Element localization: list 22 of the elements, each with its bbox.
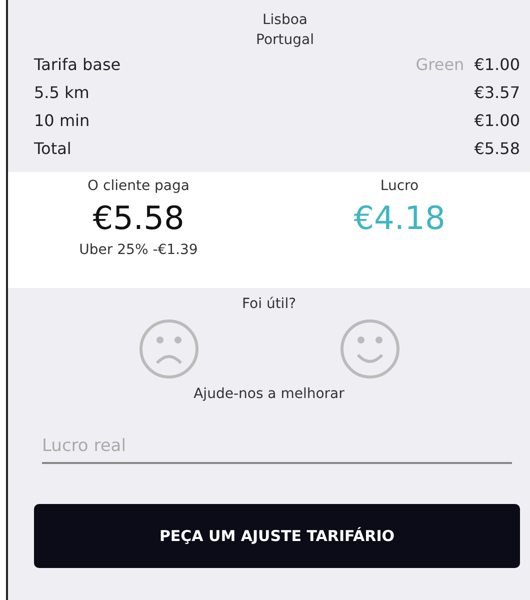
fare-amount: €1.00 (474, 54, 520, 74)
fare-amount: €1.00 (474, 110, 520, 130)
fare-label: 5.5 km (34, 82, 90, 102)
fare-label: Tarifa base (34, 54, 121, 74)
feedback-question: Foi útil? (242, 295, 296, 314)
fare-adjustment-button[interactable]: PEÇA UM AJUSTE TARIFÁRIO (34, 504, 520, 568)
profit-label: Lucro (380, 177, 419, 196)
fare-label: 10 min (34, 110, 90, 130)
profit-amount: €4.18 (354, 198, 446, 239)
fare-label: Total (34, 138, 72, 158)
vehicle-type: Green (416, 54, 464, 74)
fare-amount: €3.57 (474, 82, 520, 102)
real-profit-field[interactable]: Lucro real (42, 430, 512, 464)
client-label: O cliente paga (88, 177, 190, 196)
sad-face-icon[interactable] (138, 318, 200, 380)
city-label: Lisboa (262, 11, 308, 30)
client-amount: €5.58 (92, 198, 184, 239)
smiley-face-icon[interactable] (338, 318, 400, 380)
help-text: Ajude-nos a melhorar (194, 385, 344, 404)
fare-amount: €5.58 (474, 138, 520, 158)
country-label: Portugal (256, 31, 314, 50)
commission-text: Uber 25% -€1.39 (79, 241, 198, 260)
